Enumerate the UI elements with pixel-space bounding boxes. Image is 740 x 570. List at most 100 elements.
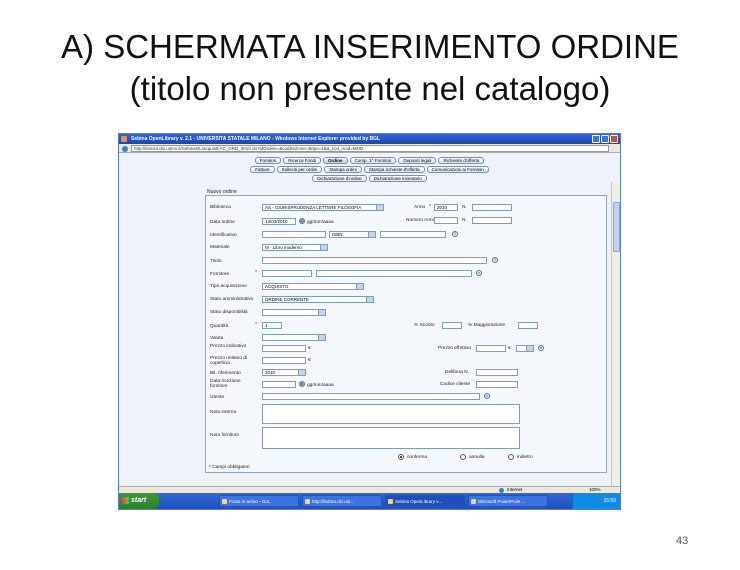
bil-riferimento-select[interactable]: 2010 — [262, 369, 306, 376]
help-icon[interactable]: ? — [452, 231, 458, 237]
clock: 15:50 — [603, 498, 616, 504]
quantita-input[interactable]: 1 — [262, 322, 282, 329]
dropdown-icon[interactable]: ▾ — [538, 345, 544, 351]
sconto-input[interactable] — [442, 322, 462, 329]
indietro-label[interactable]: indietro — [517, 455, 533, 460]
address-bar: http://fedora.dsi.unimi.it/SebinaOL/acqu… — [119, 144, 620, 153]
anno-input[interactable]: 2010 — [434, 204, 458, 211]
label-biblioteca: Biblioteca — [210, 205, 231, 210]
prezzo-effettivo-input[interactable] — [476, 345, 506, 352]
required-marker: * — [255, 270, 257, 276]
valuta-select[interactable] — [262, 334, 326, 341]
indietro-radio[interactable] — [508, 454, 514, 460]
stato-disponibilita-select[interactable] — [262, 309, 326, 316]
label-stato-amministrativo: Stato amministrativo — [210, 297, 254, 302]
euro-symbol: € — [308, 346, 311, 351]
titolo-input[interactable] — [262, 257, 487, 264]
label-anno: Anno — [414, 205, 426, 210]
nota-fornitore-textarea[interactable] — [262, 427, 520, 449]
nav-depositi-legali-button[interactable]: Depositi legali — [398, 157, 437, 164]
slide-number: 43 — [676, 535, 689, 547]
nav-comp-fornitori-button[interactable]: Comp. 1^ Fornitori — [349, 157, 397, 164]
label-utente: Utente — [210, 395, 225, 400]
nav-fatture-button[interactable]: Fatture — [250, 166, 275, 173]
utente-input[interactable] — [262, 393, 480, 400]
conferma-radio[interactable] — [398, 454, 404, 460]
url-field[interactable]: http://fedora.dsi.unimi.it/SebinaOL/acqu… — [131, 145, 609, 152]
numero-anno-n-input[interactable] — [472, 217, 512, 224]
nav-dichiarazione-inventario-button[interactable]: Dichiarazione inventario — [368, 175, 427, 182]
nav-comunicazioni-button[interactable]: Comunicazioni ai Fornitori — [426, 166, 489, 173]
nav-stampa-richieste-button[interactable]: Stampa richieste d'offerta — [363, 166, 425, 173]
nota-interna-textarea[interactable] — [262, 404, 520, 424]
label-n: N. — [462, 218, 467, 223]
nav-row-3: Dichiarazione d'ordine Dichiarazione inv… — [119, 175, 620, 182]
biblioteca-select[interactable]: AS - GIURISPRUDENZA LETTERE FILOSOFIA — [262, 204, 384, 211]
nav-richieste-offerta-button[interactable]: Richieste d'offerta — [438, 157, 485, 164]
prezzo-unitario-input[interactable] — [262, 357, 306, 364]
close-button[interactable] — [610, 135, 618, 143]
vertical-scrollbar[interactable] — [611, 182, 620, 487]
numero-anno-input[interactable] — [434, 217, 458, 224]
taskbar-item-powerpoint[interactable]: Microsoft PowerPoint ... — [468, 495, 548, 507]
conferma-label[interactable]: conferma — [407, 455, 427, 460]
stato-amministrativo-select[interactable]: ORDINE CORRENTE — [262, 296, 374, 303]
slide-title: A) SCHERMATA INSERIMENTO ORDINE (titolo … — [0, 26, 740, 110]
codice-cliente-input[interactable] — [476, 381, 518, 388]
calendar-icon[interactable]: ▦ — [299, 381, 305, 387]
data-ricezione-input[interactable] — [262, 381, 296, 388]
nav-ordine-button[interactable]: Ordine — [323, 157, 348, 164]
windows-taskbar: start Posta in arrivo - Out... http://fe… — [119, 493, 620, 509]
nav-stampa-ordini-button[interactable]: Stampa ordini — [324, 166, 362, 173]
nav-row-2: Fatture Solleciti per ordini Stampa ordi… — [119, 166, 620, 173]
help-icon[interactable]: ? — [492, 257, 498, 263]
tipo-acquisizione-select[interactable]: ACQUISTO — [262, 283, 364, 290]
nav-fornitori-button[interactable]: Fornitori — [254, 157, 282, 164]
label-quantita: Quantità — [210, 324, 229, 329]
nav-dichiarazione-ordine-button[interactable]: Dichiarazione d'ordine — [312, 175, 367, 182]
nav-solleciti-button[interactable]: Solleciti per ordini — [276, 166, 323, 173]
maximize-button[interactable] — [601, 135, 609, 143]
identificativo-type-select[interactable]: ISBN — [329, 231, 376, 238]
taskbar-item-outlook[interactable]: Posta in arrivo - Out... — [219, 495, 299, 507]
label-prezzo-indicativo: Prezzo indicativo — [210, 344, 247, 349]
annulla-label[interactable]: annulla — [469, 455, 484, 460]
prezzo-effettivo-select[interactable] — [516, 345, 534, 352]
numero-input[interactable] — [472, 204, 512, 211]
calendar-icon[interactable]: ▦ — [299, 218, 305, 224]
slide-title-line-1: A) SCHERMATA INSERIMENTO ORDINE — [61, 28, 679, 65]
label-data-ordine: Data ordine — [210, 220, 235, 225]
app-icon — [121, 136, 127, 142]
materiale-select[interactable]: M - Libro moderno — [262, 244, 328, 251]
start-button[interactable]: start — [119, 493, 159, 509]
fornitore-code-input[interactable] — [262, 270, 312, 277]
nav-ricerca-fondi-button[interactable]: Ricerca Fondi — [283, 157, 322, 164]
taskbar-item-browser-1[interactable]: http://fedora.dsi.uni... — [302, 495, 382, 507]
label-numero-anno: Numero Anno — [406, 218, 436, 223]
delibera-input[interactable] — [476, 369, 518, 376]
label-identificativo: Identificativo — [210, 233, 237, 238]
prezzo-indicativo-input[interactable] — [262, 345, 306, 352]
taskbar-item-sebina[interactable]: Sebina OpenLibrary v... — [385, 495, 465, 507]
identificativo-input[interactable] — [262, 231, 326, 238]
data-ordine-input[interactable]: 13/03/2010 — [262, 218, 296, 225]
search-icon[interactable]: ⌕ — [476, 270, 482, 276]
minimize-button[interactable] — [592, 135, 600, 143]
scrollbar-thumb[interactable] — [613, 202, 620, 252]
required-fields-note: * Campi obbligatori — [209, 465, 250, 470]
system-tray: 15:50 — [572, 493, 620, 509]
required-marker: * — [429, 204, 431, 210]
window-controls — [592, 135, 618, 143]
label-maggiorazione: % Maggiorazione — [468, 323, 506, 328]
maggiorazione-input[interactable] — [518, 322, 538, 329]
order-form: Biblioteca Data ordine Identificativo Ma… — [205, 195, 607, 473]
label-nota-fornitore: Nota fornitore — [210, 433, 240, 438]
euro-symbol: € — [508, 346, 511, 351]
label-codice-cliente: Codice cliente — [440, 382, 471, 387]
annulla-radio[interactable] — [460, 454, 466, 460]
identificativo-extra-input[interactable] — [380, 231, 446, 238]
label-bil-riferimento: Bil. riferimento — [210, 371, 241, 376]
fornitore-name-input[interactable] — [316, 270, 472, 277]
search-icon[interactable]: ⌕ — [484, 393, 490, 399]
windows-flag-icon — [122, 497, 129, 504]
